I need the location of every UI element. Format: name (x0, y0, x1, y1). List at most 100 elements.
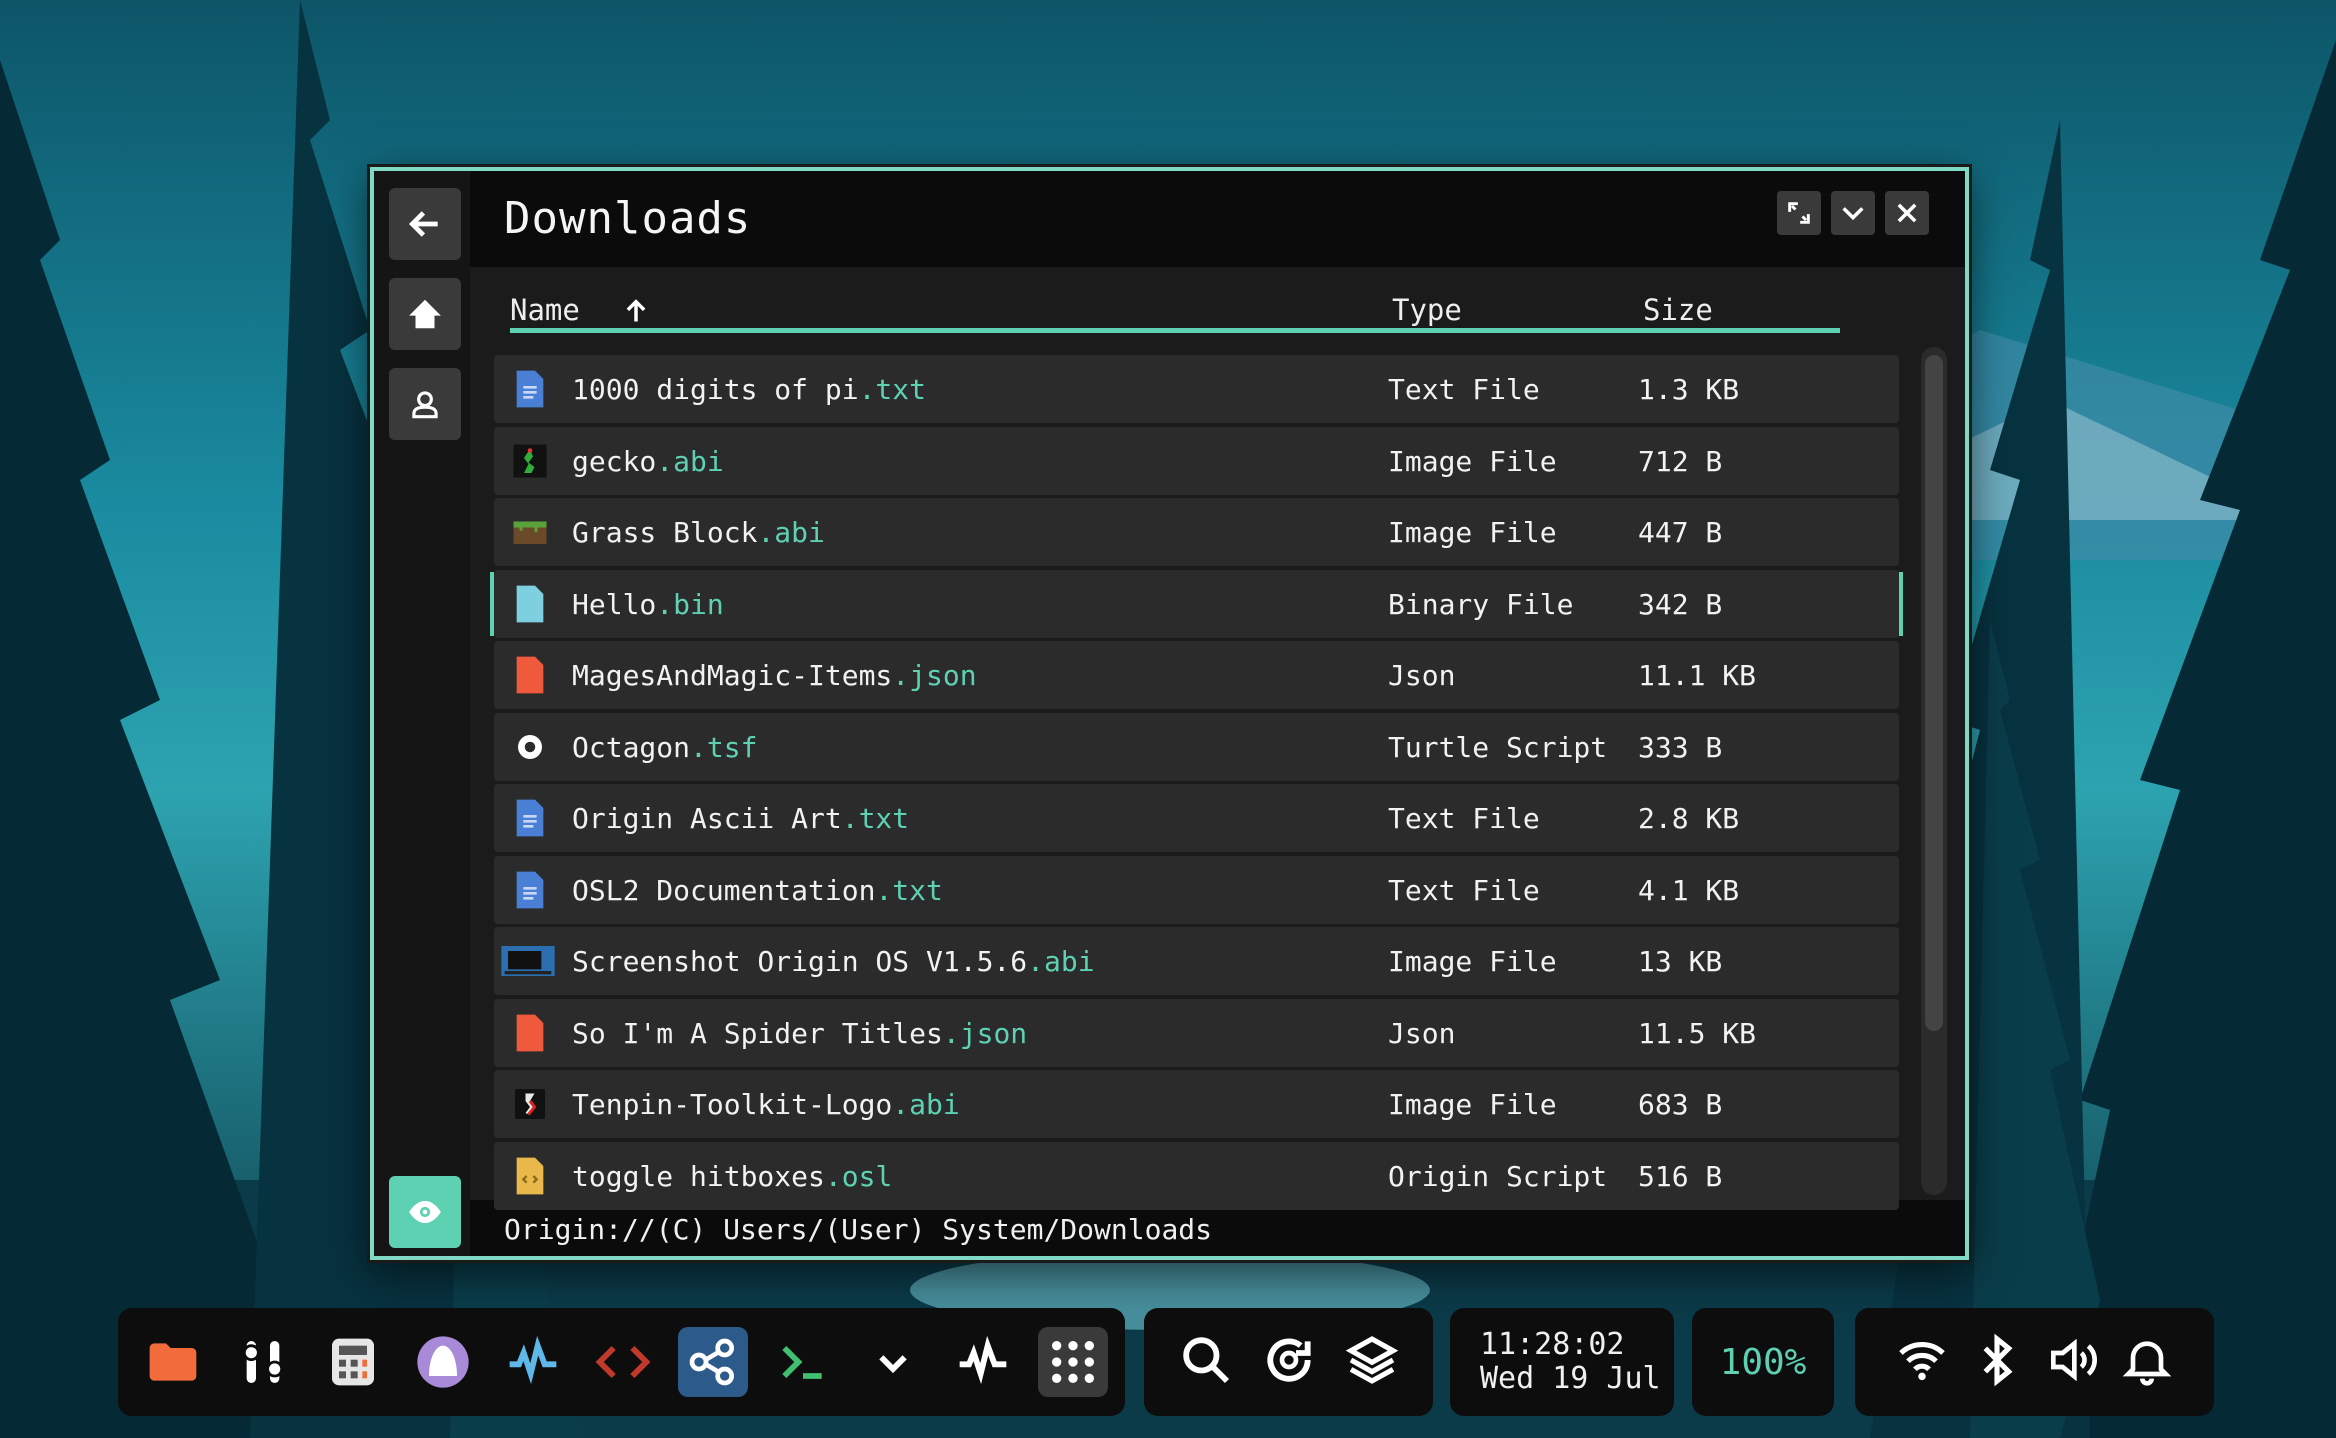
close-button[interactable] (1885, 191, 1929, 235)
more-apps-button[interactable] (858, 1327, 928, 1397)
bluetooth-button[interactable] (1969, 1332, 2025, 1392)
user-icon (412, 391, 438, 419)
wifi-button[interactable] (1894, 1332, 1950, 1392)
file-name: toggle hitboxes.osl (572, 1160, 892, 1193)
file-type: Text File (1388, 802, 1540, 835)
file-row[interactable]: OSL2 Documentation.txt Text File 4.1 KB (494, 855, 1899, 924)
file-row[interactable]: So I'm A Spider Titles.json Json 11.5 KB (494, 998, 1899, 1067)
dock-apps (118, 1308, 1125, 1416)
file-type: Image File (1388, 516, 1557, 549)
file-size: 516 B (1638, 1159, 1723, 1193)
file-row[interactable]: Octagon.tsf Turtle Script 333 B (494, 712, 1899, 781)
file-size: 11.5 KB (1638, 1016, 1757, 1050)
settings-app[interactable] (228, 1327, 298, 1397)
notifications-button[interactable] (2119, 1332, 2175, 1392)
code-editor-app[interactable] (588, 1327, 658, 1397)
file-base-name: Grass Block (572, 516, 758, 549)
file-row[interactable]: MagesAndMagic-Items.json Json 11.1 KB (494, 641, 1899, 709)
origin-app[interactable] (408, 1327, 478, 1397)
dock-battery[interactable]: 100% (1692, 1308, 1834, 1416)
file-name: gecko.abi (572, 445, 724, 478)
file-row[interactable]: Screenshot Origin OS V1.5.6.abi Image Fil… (494, 927, 1899, 995)
refresh-button[interactable] (1261, 1332, 1317, 1392)
file-base-name: Tenpin-Toolkit-Logo (572, 1088, 893, 1121)
chevron-down-icon (879, 1355, 907, 1374)
activity-icon (509, 1335, 557, 1385)
file-base-name: gecko (572, 444, 657, 478)
dock-status (1855, 1308, 2214, 1416)
grass-block-image-icon (513, 521, 547, 544)
file-row[interactable]: 1000 digits of pi.txt Text File 1.3 KB (494, 355, 1899, 423)
clock-time: 11:28:02 (1480, 1327, 1625, 1362)
file-row[interactable]: Hello.bin Binary File 342 B (490, 569, 1903, 638)
volume-button[interactable] (2044, 1332, 2100, 1392)
file-size: 4.1 KB (1638, 873, 1740, 907)
file-extension: .osl (824, 1159, 893, 1193)
pulse-app[interactable] (948, 1327, 1018, 1397)
app-grid-button[interactable] (1038, 1327, 1108, 1397)
file-row[interactable]: toggle hitboxes.osl Origin Script 516 B (494, 1141, 1899, 1210)
file-type: Image File (1388, 945, 1557, 978)
file-type: Json (1388, 1016, 1456, 1050)
refresh-icon (1266, 1338, 1311, 1382)
origin-script-icon (516, 1157, 544, 1194)
calculator-app[interactable] (318, 1327, 388, 1397)
file-extension: .json (892, 659, 977, 692)
home-button[interactable] (389, 278, 461, 350)
file-size: 1.3 KB (1638, 373, 1740, 406)
eye-icon (409, 1200, 441, 1224)
files-icon (149, 1343, 197, 1381)
file-extension: .tsf (690, 730, 758, 764)
file-row[interactable]: Tenpin-Toolkit-Logo.abi Image File 683 B (494, 1070, 1899, 1138)
dock-clock[interactable]: 11:28:02 Wed 19 Jul (1450, 1308, 1674, 1416)
user-button[interactable] (389, 368, 461, 440)
file-name: Grass Block.abi (572, 516, 825, 549)
window-title: Downloads (504, 193, 752, 244)
json-file-icon (516, 656, 544, 694)
sort-ascending-icon[interactable] (622, 297, 650, 325)
preview-toggle-button[interactable] (389, 1176, 461, 1248)
minimize-button[interactable] (1831, 191, 1875, 235)
file-name: Origin Ascii Art.txt (572, 802, 909, 835)
calculator-icon (332, 1338, 374, 1386)
layers-button[interactable] (1344, 1332, 1400, 1392)
clock-date: Wed 19 Jul (1480, 1361, 1661, 1396)
path-bar: Origin://(C) Users/(User) System/Downloa… (504, 1213, 1213, 1246)
file-name: MagesAndMagic-Items.json (572, 659, 977, 692)
file-name: Tenpin-Toolkit-Logo.abi (572, 1088, 960, 1121)
file-extension: .abi (1027, 945, 1095, 978)
file-row[interactable]: Grass Block.abi Image File 447 B (494, 498, 1899, 566)
bell-icon (2122, 1341, 2171, 1386)
text-file-icon (516, 370, 544, 408)
share-app[interactable] (678, 1327, 748, 1397)
activity-app[interactable] (498, 1327, 568, 1397)
column-type-header[interactable]: Type (1392, 293, 1462, 327)
scrollbar[interactable] (1921, 347, 1947, 1195)
file-extension: .json (942, 1016, 1028, 1050)
json-file-icon (516, 1014, 544, 1051)
file-base-name: Hello (572, 587, 657, 621)
maximize-button[interactable] (1777, 191, 1821, 235)
file-row[interactable]: gecko.abi Image File 712 B (494, 426, 1899, 495)
file-row[interactable]: Origin Ascii Art.txt Text File 2.8 KB (494, 784, 1899, 852)
file-size: 11.1 KB (1638, 659, 1757, 692)
column-name-header[interactable]: Name (510, 293, 580, 327)
file-base-name: MagesAndMagic-Items (572, 659, 893, 692)
close-icon (1897, 203, 1917, 223)
window-controls (1777, 191, 1929, 235)
file-type: Origin Script (1388, 1159, 1608, 1193)
file-extension: .txt (858, 373, 927, 406)
share-icon (689, 1338, 734, 1386)
terminal-app[interactable] (768, 1327, 838, 1397)
files-app[interactable] (138, 1327, 208, 1397)
column-size-header[interactable]: Size (1643, 293, 1713, 327)
file-base-name: Screenshot Origin OS V1.5.6 (572, 945, 1028, 978)
terminal-icon (782, 1345, 822, 1379)
scrollbar-thumb[interactable] (1925, 355, 1943, 1031)
file-extension: .abi (757, 516, 825, 549)
back-button[interactable] (389, 188, 461, 260)
file-base-name: So I'm A Spider Titles (572, 1016, 943, 1050)
file-extension: .abi (656, 444, 724, 478)
search-button[interactable] (1178, 1332, 1234, 1392)
file-type: Json (1388, 659, 1456, 692)
